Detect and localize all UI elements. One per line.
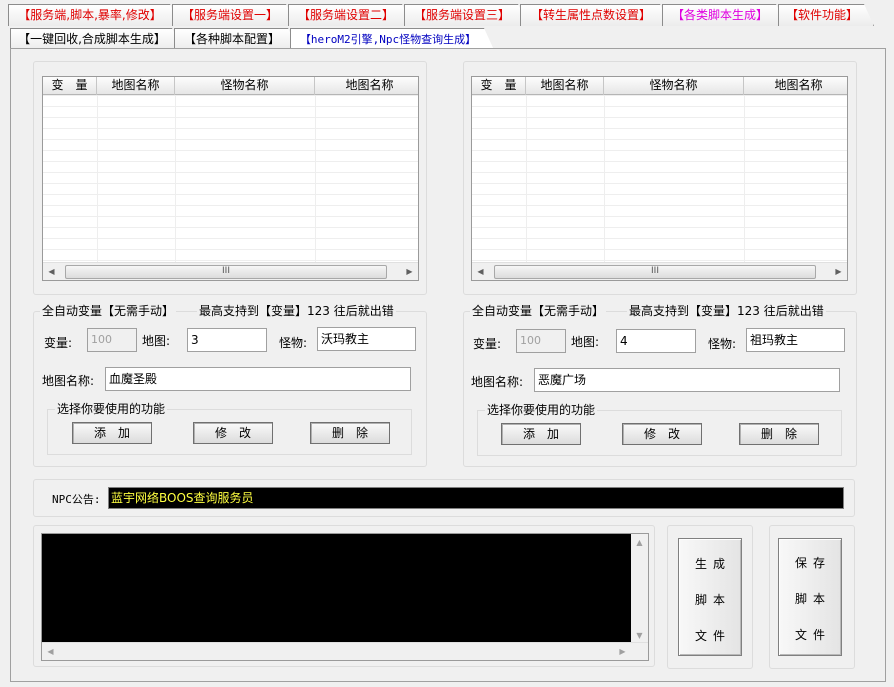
right-function-legend: 选择你要使用的功能 xyxy=(485,401,598,418)
right-mapname-label: 地图名称: xyxy=(471,375,524,389)
right-variable-input: 100 xyxy=(516,329,566,353)
tab-script-config[interactable]: 【各种脚本配置】 xyxy=(174,28,298,50)
generate-script-file-button[interactable]: 生成 脚本 文件 xyxy=(678,538,742,656)
npc-label: NPC公告: xyxy=(52,493,101,506)
scroll-right-icon[interactable]: ▶ xyxy=(401,263,418,280)
tab-row-bottom: 【一键回收,合成脚本生成】 【各种脚本配置】 【heroM2引擎,Npc怪物查询… xyxy=(0,28,894,50)
scroll-right-icon[interactable]: ▶ xyxy=(614,643,631,660)
left-delete-button[interactable]: 删 除 xyxy=(310,422,390,444)
column-header-map-name[interactable]: 地图名称 xyxy=(526,77,604,95)
right-mapname-input[interactable]: 恶魔广场 xyxy=(534,368,840,392)
tab-server-script-droprate[interactable]: 【服务端,脚本,暴率,修改】 xyxy=(8,4,180,26)
tab-row-top: 【服务端,脚本,暴率,修改】 【服务端设置一】 【服务端设置二】 【服务端设置三… xyxy=(0,4,894,26)
right-add-button[interactable]: 添 加 xyxy=(501,423,581,445)
column-header-monster-name[interactable]: 怪物名称 xyxy=(175,77,315,95)
save-line-3: 文件 xyxy=(794,628,831,642)
right-grid-rows xyxy=(472,95,847,262)
column-header-monster-name[interactable]: 怪物名称 xyxy=(604,77,744,95)
npc-announcement-input[interactable]: 蓝宇网络BOOS查询服务员 xyxy=(108,487,844,509)
left-grid-rows xyxy=(43,95,418,262)
scroll-up-icon[interactable]: ▲ xyxy=(631,534,648,551)
scroll-left-icon[interactable]: ◀ xyxy=(472,263,489,280)
output-console[interactable]: ▲ ▼ ◀ ▶ xyxy=(41,533,649,661)
right-max-label: 最高支持到【变量】123 往后就出错 xyxy=(627,302,826,319)
left-mapname-label: 地图名称: xyxy=(42,374,95,388)
column-header-variable[interactable]: 变 量 xyxy=(43,77,97,95)
column-header-map-name-2[interactable]: 地图名称 xyxy=(315,77,418,95)
right-grid-header: 变 量 地图名称 怪物名称 地图名称 xyxy=(472,77,847,95)
left-map-input[interactable]: 3 xyxy=(187,328,267,352)
right-edit-button[interactable]: 修 改 xyxy=(622,423,702,445)
generate-line-2: 脚本 xyxy=(694,593,731,607)
tab-rebirth-attributes[interactable]: 【转生属性点数设置】 xyxy=(520,4,670,26)
main-panel: 变 量 地图名称 怪物名称 地图名称 ◀ III ▶ 全自动变量【无需手动】 最… xyxy=(10,48,886,682)
tab-script-generation[interactable]: 【各类脚本生成】 xyxy=(662,4,786,26)
column-header-map-name-2[interactable]: 地图名称 xyxy=(744,77,847,95)
left-monster-label: 怪物: xyxy=(279,336,308,350)
right-auto-label: 全自动变量【无需手动】 xyxy=(470,302,607,319)
tab-herom2-npc-query[interactable]: 【heroM2引擎,Npc怪物查询生成】 xyxy=(290,28,494,50)
scroll-right-icon[interactable]: ▶ xyxy=(830,263,847,280)
right-grid[interactable]: 变 量 地图名称 怪物名称 地图名称 ◀ III ▶ xyxy=(471,76,848,281)
tab-server-settings-2[interactable]: 【服务端设置二】 xyxy=(288,4,412,26)
right-variable-label: 变量: xyxy=(473,337,502,351)
right-delete-button[interactable]: 删 除 xyxy=(739,423,819,445)
left-grid-header: 变 量 地图名称 怪物名称 地图名称 xyxy=(43,77,418,95)
right-grid-hscrollbar[interactable]: ◀ III ▶ xyxy=(472,262,847,280)
left-function-legend: 选择你要使用的功能 xyxy=(55,400,168,417)
tab-server-settings-3[interactable]: 【服务端设置三】 xyxy=(404,4,528,26)
left-mapname-input[interactable]: 血魔圣殿 xyxy=(105,367,411,391)
left-grid[interactable]: 变 量 地图名称 怪物名称 地图名称 ◀ III ▶ xyxy=(42,76,419,281)
save-line-1: 保存 xyxy=(794,556,831,570)
column-header-map-name[interactable]: 地图名称 xyxy=(97,77,175,95)
console-hscrollbar[interactable]: ◀ ▶ xyxy=(42,642,648,660)
left-monster-input[interactable]: 沃玛教主 xyxy=(317,327,416,351)
scroll-thumb[interactable]: III xyxy=(65,265,387,279)
console-vscrollbar[interactable]: ▲ ▼ xyxy=(631,534,648,644)
scroll-left-icon[interactable]: ◀ xyxy=(42,643,59,660)
left-grid-hscrollbar[interactable]: ◀ III ▶ xyxy=(43,262,418,280)
left-max-label: 最高支持到【变量】123 往后就出错 xyxy=(197,302,396,319)
left-edit-button[interactable]: 修 改 xyxy=(193,422,273,444)
tab-software-functions[interactable]: 【软件功能】 xyxy=(778,4,874,26)
right-map-label: 地图: xyxy=(571,335,600,349)
scroll-left-icon[interactable]: ◀ xyxy=(43,263,60,280)
left-map-label: 地图: xyxy=(142,334,171,348)
scroll-thumb[interactable]: III xyxy=(494,265,816,279)
column-header-variable[interactable]: 变 量 xyxy=(472,77,526,95)
right-map-input[interactable]: 4 xyxy=(616,329,696,353)
right-monster-input[interactable]: 祖玛教主 xyxy=(746,328,845,352)
tab-recycle-merge-script[interactable]: 【一键回收,合成脚本生成】 xyxy=(10,28,182,50)
left-add-button[interactable]: 添 加 xyxy=(72,422,152,444)
right-monster-label: 怪物: xyxy=(708,337,737,351)
left-variable-input: 100 xyxy=(87,328,137,352)
generate-line-3: 文件 xyxy=(694,629,731,643)
left-variable-label: 变量: xyxy=(44,336,73,350)
left-auto-label: 全自动变量【无需手动】 xyxy=(40,302,177,319)
save-line-2: 脚本 xyxy=(794,592,831,606)
generate-line-1: 生成 xyxy=(694,557,731,571)
save-script-file-button[interactable]: 保存 脚本 文件 xyxy=(778,538,842,656)
tab-server-settings-1[interactable]: 【服务端设置一】 xyxy=(172,4,296,26)
